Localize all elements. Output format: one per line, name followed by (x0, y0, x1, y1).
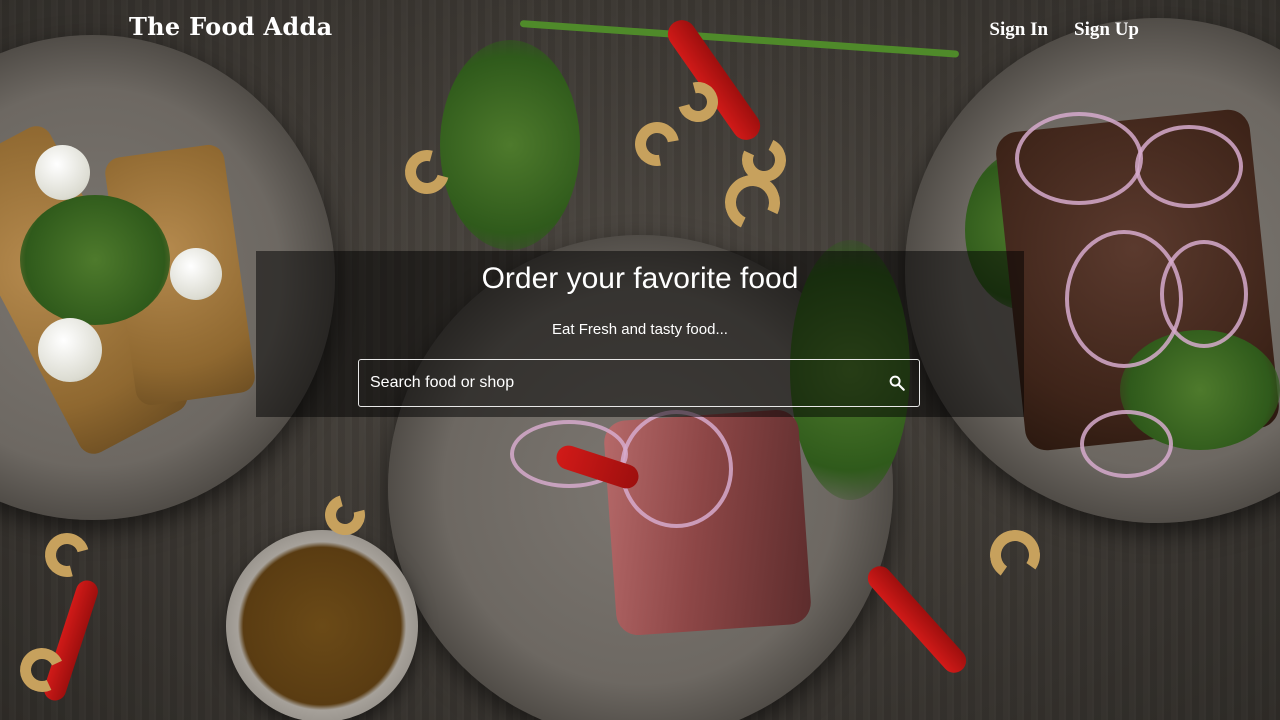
onion-ring (1135, 125, 1243, 208)
onion-ring (620, 410, 733, 528)
sauce-bowl (226, 530, 418, 720)
cashew-nut (986, 526, 1044, 584)
cashew-nut (36, 524, 98, 586)
brand-logo[interactable]: The Food Adda (129, 12, 332, 41)
sign-in-link[interactable]: Sign In (989, 19, 1048, 41)
search-button[interactable] (875, 360, 919, 406)
search-input[interactable] (359, 360, 875, 406)
hero-title: Order your favorite food (481, 262, 799, 295)
cashew-nut (626, 113, 688, 175)
food-greens (20, 195, 170, 325)
food-parsley (440, 40, 580, 250)
onion-ring (1080, 410, 1173, 478)
nav-links: Sign In Sign Up (989, 19, 1139, 41)
sign-up-link[interactable]: Sign Up (1074, 19, 1139, 41)
search-icon (889, 375, 905, 391)
onion-ring (1015, 112, 1143, 205)
food-egg (35, 145, 90, 200)
search-bar (358, 359, 920, 407)
navbar: The Food Adda Sign In Sign Up (0, 0, 1280, 60)
hero-subtitle: Eat Fresh and tasty food... (552, 321, 728, 338)
chili-pepper (862, 561, 972, 678)
